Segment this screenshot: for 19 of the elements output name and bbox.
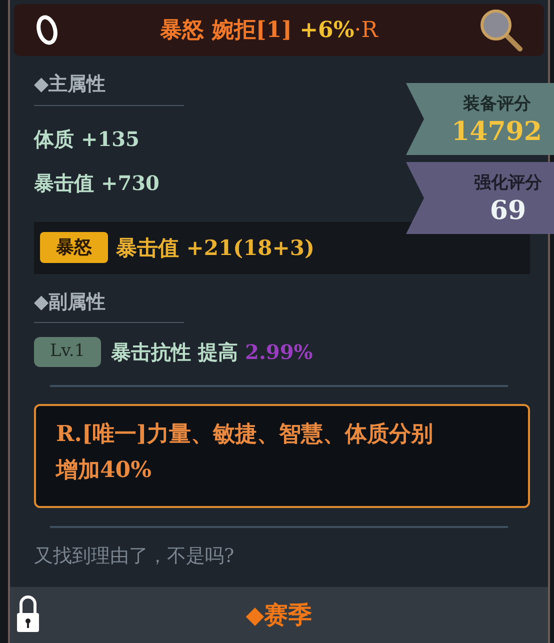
set-tag: 暴怒 bbox=[40, 232, 108, 263]
score-value: 69 bbox=[490, 196, 526, 225]
section-heading: ◆副属性 bbox=[34, 290, 107, 314]
score-value: 14792 bbox=[452, 118, 542, 146]
lock-icon[interactable] bbox=[16, 595, 40, 633]
stat-text: 体质 +135 bbox=[34, 126, 140, 152]
search-icon[interactable] bbox=[478, 7, 524, 53]
stat-text: 暴击抗性 提高 2.99% bbox=[111, 339, 313, 366]
flavor-text: 又找到理由了，不是吗? bbox=[34, 544, 236, 569]
section-heading: ◆主属性 bbox=[34, 72, 107, 97]
stat-text: 暴击值 +730 bbox=[34, 170, 160, 196]
item-title: 暴怒 婉拒[1] +6%·R bbox=[159, 16, 380, 44]
bonus-text: 暴击值 +21(18+3) bbox=[116, 234, 314, 262]
score-label: 装备评分 bbox=[462, 93, 531, 116]
ring-icon bbox=[34, 13, 60, 47]
score-label: 强化评分 bbox=[474, 172, 542, 196]
level-badge: Lv.1 bbox=[34, 337, 102, 367]
season-label: ◆赛季 bbox=[246, 599, 312, 631]
effect-text: R.[唯一]力量、敏捷、智慧、体质分别增加40% bbox=[34, 404, 530, 508]
